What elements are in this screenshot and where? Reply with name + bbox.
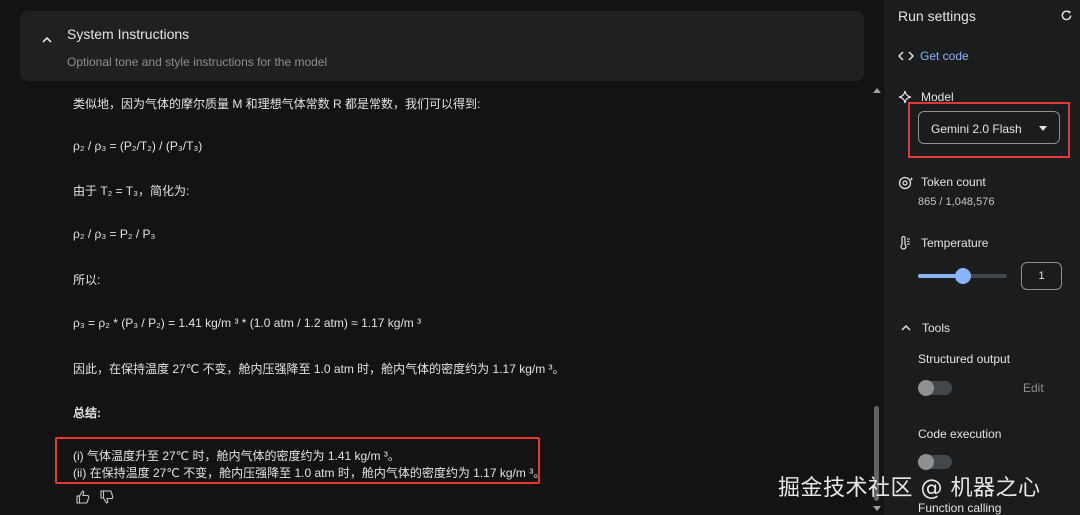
chat-area: System Instructions Optional tone and st… <box>0 0 884 515</box>
scroll-up-icon[interactable] <box>872 86 882 94</box>
response-line: 由于 T₂ = T₃，简化为: <box>73 184 190 198</box>
response-line: 因此，在保持温度 27℃ 不变，舱内压强降至 1.0 atm 时，舱内气体的密度… <box>73 362 565 376</box>
response-line: ρ₂ / ρ₃ = P₂ / P₃ <box>73 227 156 241</box>
temperature-label: Temperature <box>921 236 989 250</box>
refresh-icon[interactable] <box>1060 9 1073 22</box>
response-line: ρ₃ = ρ₂ * (P₃ / P₂) = 1.41 kg/m ³ * (1.0… <box>73 316 422 330</box>
summary-heading: 总结: <box>73 406 101 420</box>
structured-output-toggle[interactable] <box>918 380 952 396</box>
chevron-up-icon[interactable] <box>900 323 912 333</box>
thumbs-down-icon[interactable] <box>99 489 115 505</box>
temperature-slider-thumb[interactable] <box>954 268 971 284</box>
toggle-knob <box>918 380 934 396</box>
code-execution-label: Code execution <box>918 427 1002 441</box>
structured-output-edit-link[interactable]: Edit <box>1023 381 1044 395</box>
temperature-input[interactable]: 1 <box>1021 262 1062 290</box>
watermark: 掘金技术社区 @ 机器之心 <box>778 476 1041 501</box>
thumbs-up-icon[interactable] <box>75 489 91 505</box>
code-execution-toggle[interactable] <box>918 454 952 470</box>
token-icon <box>898 176 914 190</box>
chevron-up-icon[interactable] <box>40 33 54 47</box>
thermometer-icon <box>900 236 910 250</box>
tools-section-label[interactable]: Tools <box>922 321 950 335</box>
response-line: 所以: <box>73 273 101 287</box>
run-settings-title: Run settings <box>898 8 976 24</box>
temperature-slider[interactable] <box>918 268 1007 284</box>
token-count-value: 865 / 1,048,576 <box>918 196 995 208</box>
run-settings-panel: Run settings Get code Model Gemini 2.0 F… <box>884 0 1080 515</box>
code-icon[interactable] <box>898 50 914 62</box>
token-count-label: Token count <box>921 175 986 189</box>
system-instructions-card[interactable]: System Instructions Optional tone and st… <box>20 11 864 81</box>
toggle-knob <box>918 454 934 470</box>
response-line: 类似地，因为气体的摩尔质量 M 和理想气体常数 R 都是常数，我们可以得到: <box>73 97 481 111</box>
structured-output-label: Structured output <box>918 352 1011 366</box>
system-instructions-placeholder[interactable]: Optional tone and style instructions for… <box>67 55 327 69</box>
get-code-link[interactable]: Get code <box>920 49 969 63</box>
feedback-buttons <box>75 489 115 505</box>
model-highlight-box <box>908 102 1070 158</box>
system-instructions-title: System Instructions <box>67 26 190 42</box>
function-calling-label: Function calling <box>918 501 1002 515</box>
scroll-down-icon[interactable] <box>872 505 882 513</box>
response-line: ρ₂ / ρ₃ = (P₂/T₂) / (P₃/T₃) <box>73 139 203 153</box>
summary-highlight-box <box>55 437 540 484</box>
